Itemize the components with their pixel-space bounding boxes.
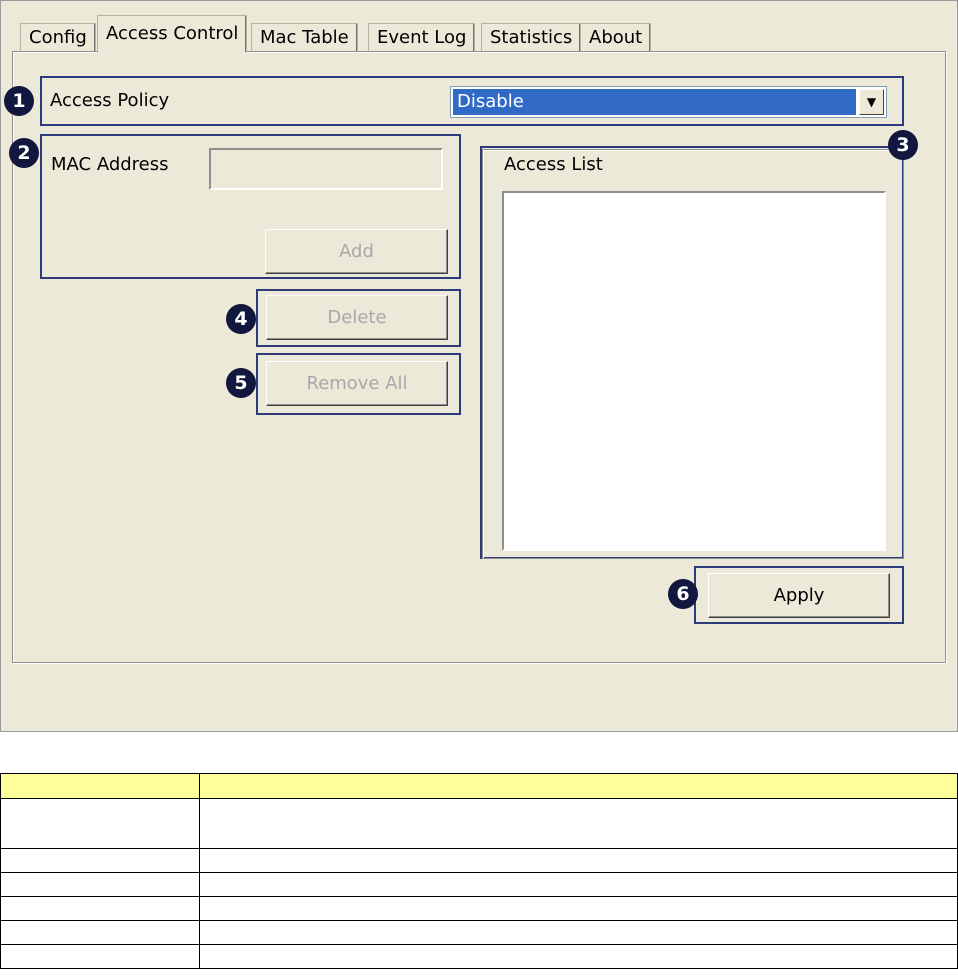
tab-access-control[interactable]: Access Control	[97, 15, 248, 53]
dropdown-arrow-icon[interactable]: ▼	[859, 89, 884, 115]
access-policy-select[interactable]: Disable ▼	[450, 86, 887, 118]
add-button[interactable]: Add	[265, 229, 448, 274]
access-list-box[interactable]	[502, 191, 886, 551]
table-cell	[0, 798, 200, 849]
table-header-cell	[199, 773, 958, 799]
table-cell	[199, 896, 958, 921]
callout-badge-3: 3	[888, 130, 918, 160]
table-cell	[0, 944, 200, 969]
table-cell	[0, 920, 200, 945]
description-table	[0, 773, 958, 969]
table-header-row	[0, 773, 958, 799]
table-row	[0, 798, 958, 849]
apply-button[interactable]: Apply	[708, 573, 890, 618]
access-policy-selected-value: Disable	[453, 89, 856, 115]
table-row	[0, 944, 958, 969]
remove-all-button[interactable]: Remove All	[266, 361, 448, 406]
access-list-label: Access List	[502, 154, 605, 175]
callout-badge-1: 1	[4, 86, 34, 116]
table-row	[0, 920, 958, 945]
callout-badge-5: 5	[226, 368, 256, 398]
table-row	[0, 872, 958, 897]
callout-badge-2: 2	[9, 138, 39, 168]
tab-config[interactable]: Config	[20, 23, 96, 51]
table-cell	[199, 920, 958, 945]
tab-statistics[interactable]: Statistics	[481, 23, 582, 51]
table-row	[0, 896, 958, 921]
access-policy-label: Access Policy	[50, 90, 170, 111]
table-cell	[199, 944, 958, 969]
callout-badge-4: 4	[226, 304, 256, 334]
table-cell	[0, 896, 200, 921]
table-cell	[0, 872, 200, 897]
delete-button[interactable]: Delete	[266, 295, 448, 340]
access-control-window: Config Access Control Mac Table Event Lo…	[0, 0, 958, 732]
table-cell	[199, 798, 958, 849]
mac-address-label: MAC Address	[51, 154, 169, 175]
table-header-cell	[0, 773, 200, 799]
table-row	[0, 848, 958, 873]
tab-event-log[interactable]: Event Log	[368, 23, 476, 51]
table-cell	[199, 872, 958, 897]
table-cell	[199, 848, 958, 873]
tab-about[interactable]: About	[580, 23, 652, 51]
table-cell	[0, 848, 200, 873]
mac-address-input[interactable]	[209, 148, 443, 190]
callout-badge-6: 6	[668, 579, 698, 609]
tab-mac-table[interactable]: Mac Table	[251, 23, 358, 51]
